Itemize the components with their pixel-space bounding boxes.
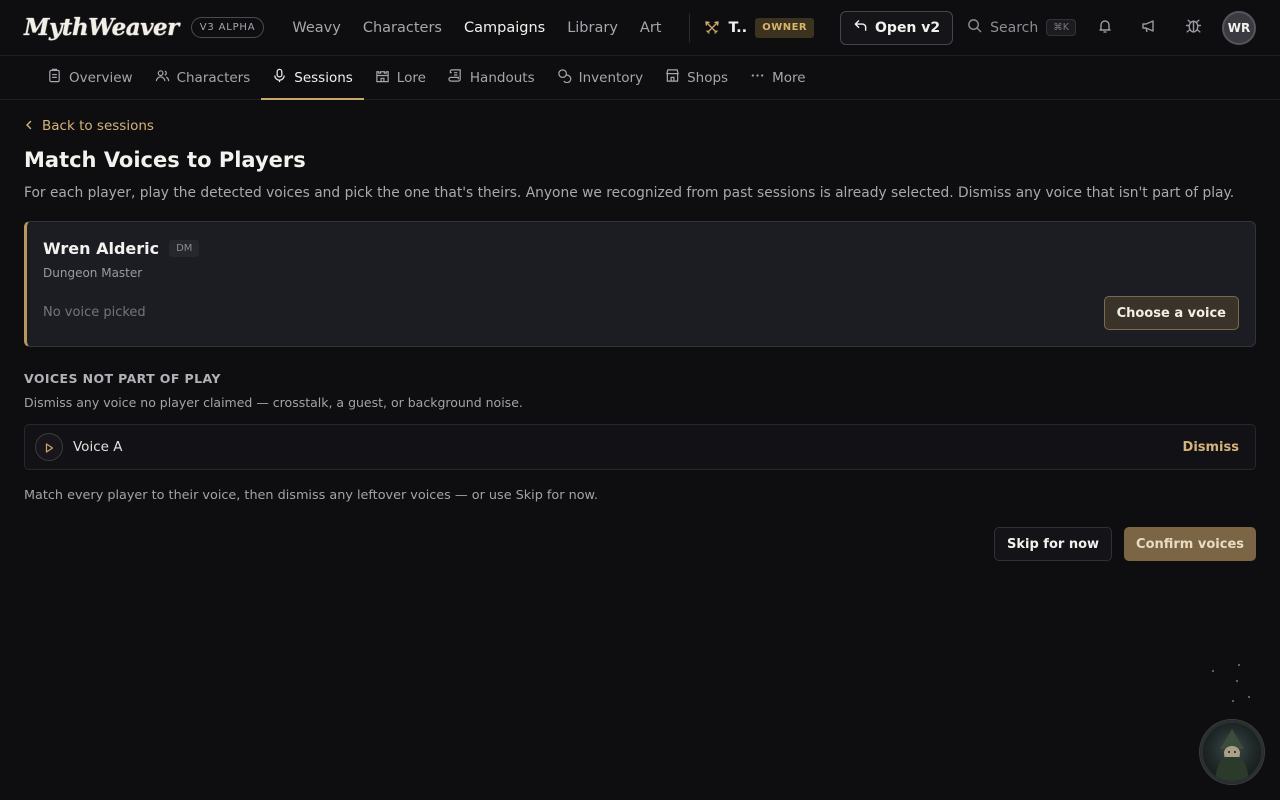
tab-label: Overview (69, 69, 133, 86)
announcements-button[interactable] (1134, 13, 1164, 43)
tab-label: Sessions (294, 69, 353, 86)
back-link-label: Back to sessions (42, 118, 154, 134)
tab-label: More (772, 69, 806, 86)
top-right-actions: Open v2 Search ⌘K WR (840, 10, 1256, 45)
nav-weavy[interactable]: Weavy (292, 20, 340, 36)
tab-label: Handouts (469, 69, 535, 86)
sparkle-decoration (1236, 680, 1238, 682)
tab-more[interactable]: More (739, 56, 816, 99)
player-voice-card: Wren Alderic DM Dungeon Master No voice … (24, 221, 1256, 347)
form-actions: Skip for now Confirm voices (24, 527, 1256, 561)
sparkle-decoration (1232, 700, 1234, 702)
search-shortcut: ⌘K (1046, 19, 1076, 36)
sparkle-decoration (1238, 664, 1240, 666)
tab-label: Inventory (578, 69, 644, 86)
notifications-button[interactable] (1090, 13, 1120, 43)
play-icon (44, 438, 54, 457)
footer-note: Match every player to their voice, then … (24, 488, 598, 503)
tab-overview[interactable]: Overview (36, 56, 144, 99)
campaign-name: T.. (728, 19, 748, 36)
ellipsis-icon (750, 68, 765, 87)
scroll-icon (448, 68, 463, 87)
search-icon (967, 18, 982, 37)
skip-for-now-button[interactable]: Skip for now (994, 527, 1113, 561)
nav-divider (689, 13, 691, 42)
store-icon (665, 68, 680, 87)
clipboard-icon (47, 68, 62, 87)
search-trigger[interactable]: Search ⌘K (967, 18, 1076, 37)
section-description: Dismiss any voice no player claimed — cr… (24, 395, 523, 410)
tab-sessions[interactable]: Sessions (261, 56, 364, 100)
voice-row: Voice A Dismiss (24, 424, 1256, 470)
users-icon (155, 68, 170, 87)
player-header: Wren Alderic DM (43, 239, 1239, 258)
page-description: For each player, play the detected voice… (24, 185, 1235, 201)
player-role: Dungeon Master (43, 266, 143, 280)
player-name: Wren Alderic (43, 239, 160, 258)
section-title-not-part-of-play: VOICES NOT PART OF PLAY (24, 371, 221, 386)
campaign-switcher[interactable]: T.. OWNER (704, 17, 815, 38)
tab-label: Shops (687, 69, 729, 86)
app-logo[interactable]: MythWeaver (24, 14, 179, 41)
version-badge: V3 ALPHA (190, 17, 265, 38)
tab-label: Lore (396, 69, 426, 86)
page-title: Match Voices to Players (24, 148, 306, 172)
nav-library[interactable]: Library (567, 20, 618, 36)
user-avatar[interactable]: WR (1222, 10, 1256, 45)
bug-icon (1185, 17, 1202, 38)
tab-lore[interactable]: Lore (364, 56, 437, 99)
castle-icon (375, 68, 390, 87)
crossed-swords-icon (704, 20, 720, 36)
voice-status: No voice picked (43, 305, 146, 320)
open-v2-label: Open v2 (875, 19, 941, 36)
report-bug-button[interactable] (1178, 13, 1208, 43)
open-v2-button[interactable]: Open v2 (840, 10, 954, 45)
dismiss-voice-button[interactable]: Dismiss (1183, 440, 1239, 455)
megaphone-icon (1141, 18, 1157, 38)
voice-label: Voice A (73, 439, 123, 455)
chevron-left-icon (24, 118, 34, 134)
nav-art[interactable]: Art (640, 20, 662, 36)
main-nav: Weavy Characters Campaigns Library Art (292, 20, 661, 36)
choose-voice-button[interactable]: Choose a voice (1103, 296, 1239, 330)
main-content: Back to sessions Match Voices to Players… (24, 100, 1256, 561)
tab-inventory[interactable]: Inventory (546, 56, 654, 99)
owner-badge: OWNER (755, 17, 815, 38)
back-to-sessions-link[interactable]: Back to sessions (24, 118, 1256, 134)
wizard-portrait-icon (1203, 729, 1261, 781)
microphone-icon (272, 68, 287, 87)
tab-label: Characters (176, 69, 251, 86)
nav-characters[interactable]: Characters (363, 20, 442, 36)
sparkle-decoration (1212, 670, 1214, 672)
confirm-voices-button[interactable]: Confirm voices (1124, 527, 1256, 561)
bell-icon (1097, 18, 1113, 38)
undo-arrow-icon (853, 18, 868, 37)
play-voice-button[interactable] (35, 433, 63, 461)
tab-characters[interactable]: Characters (144, 56, 262, 99)
tab-shops[interactable]: Shops (654, 56, 739, 99)
tab-handouts[interactable]: Handouts (437, 56, 546, 99)
nav-campaigns[interactable]: Campaigns (464, 20, 545, 36)
coins-icon (557, 68, 572, 87)
dm-badge: DM (169, 240, 200, 257)
sparkle-decoration (1248, 696, 1250, 698)
assistant-wizard-button[interactable] (1200, 720, 1264, 784)
search-label: Search (990, 19, 1039, 36)
campaign-subnav: Overview Characters Sessions Lore Handou… (0, 56, 1280, 100)
top-bar: MythWeaver V3 ALPHA Weavy Characters Cam… (0, 0, 1280, 56)
